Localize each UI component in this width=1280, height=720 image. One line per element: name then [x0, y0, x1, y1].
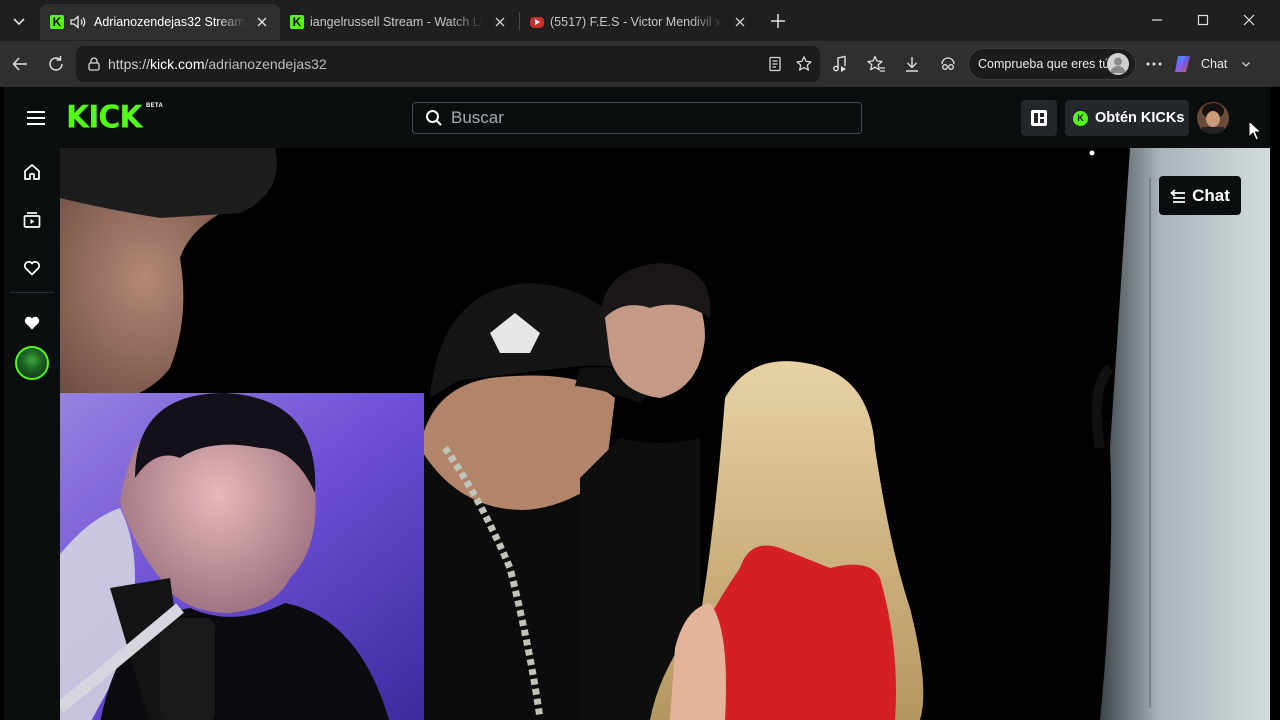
close-tab-icon[interactable] [730, 12, 750, 32]
maximize-window-icon[interactable] [1180, 4, 1226, 36]
address-bar[interactable]: https://kick.com/adrianozendejas32 [76, 46, 820, 82]
downloads-icon[interactable] [898, 50, 926, 78]
kick-logo[interactable]: KICK [66, 102, 143, 134]
media-control-icon[interactable] [826, 50, 854, 78]
copilot-chat-button[interactable]: Chat [1172, 48, 1268, 80]
profile-verify-button[interactable]: Comprueba que eres tú [968, 48, 1136, 80]
search-input[interactable] [451, 108, 851, 128]
chat-button-label: Chat [1192, 185, 1230, 205]
kick-favicon-icon [290, 15, 304, 29]
chat-expand-icon [1170, 188, 1186, 203]
kicks-coin-icon [1073, 110, 1088, 126]
tab-adrianozendejas32[interactable]: Adrianozendejas32 Stream - Watch Live [40, 4, 280, 40]
favorites-icon[interactable] [862, 50, 890, 78]
close-tab-icon[interactable] [252, 12, 272, 32]
search-bar[interactable] [412, 102, 862, 134]
tab-youtube-fes[interactable]: (5517) F.E.S - Victor Mendivil x Omar [520, 4, 758, 40]
browser-toolbar: https://kick.com/adrianozendejas32 Compr… [0, 41, 1280, 87]
tab-actions-chevron-icon[interactable] [6, 8, 32, 34]
copilot-label: Chat [1201, 57, 1228, 71]
close-window-icon[interactable] [1226, 4, 1272, 36]
extensions-icon[interactable] [934, 50, 962, 78]
stream-video-player[interactable] [60, 148, 1270, 720]
url-scheme: https:// [108, 56, 151, 72]
hamburger-menu-icon[interactable] [24, 106, 48, 130]
tab-title: (5517) F.E.S - Victor Mendivil x Omar [550, 15, 724, 29]
tab-title: Adrianozendejas32 Stream - Watch Live [94, 15, 246, 29]
kick-beta-badge: BETA [146, 103, 164, 109]
followed-channel-avatar[interactable] [15, 346, 49, 380]
chevron-down-icon[interactable] [1241, 59, 1251, 69]
copilot-icon [1175, 56, 1190, 72]
tab-iangelrussell[interactable]: iangelrussell Stream - Watch Live [280, 4, 518, 40]
stream-video-frame [60, 148, 1270, 720]
user-avatar[interactable] [1197, 102, 1229, 134]
close-tab-icon[interactable] [490, 12, 510, 32]
back-arrow-icon[interactable] [6, 50, 34, 78]
followed-channels-heart-icon[interactable] [20, 311, 44, 335]
kick-header: KICK BETA Obtén KICKs [4, 87, 1270, 148]
get-kicks-button[interactable]: Obtén KICKs [1065, 100, 1189, 136]
new-tab-plus-icon[interactable] [766, 9, 790, 33]
more-options-ellipsis-icon[interactable] [1140, 50, 1168, 78]
following-heart-icon[interactable] [20, 256, 44, 280]
tab-title: iangelrussell Stream - Watch Live [310, 15, 484, 29]
browse-categories-button[interactable] [1021, 100, 1057, 136]
browse-icon[interactable] [20, 208, 44, 232]
kick-sidebar [4, 148, 60, 720]
search-icon [426, 110, 442, 126]
profile-label: Comprueba que eres tú [978, 57, 1110, 71]
open-chat-button[interactable]: Chat [1159, 176, 1241, 215]
url-text[interactable]: https://kick.com/adrianozendejas32 [108, 56, 327, 72]
browser-tab-strip: Adrianozendejas32 Stream - Watch Live ia… [0, 0, 1280, 41]
minimize-window-icon[interactable] [1134, 4, 1180, 36]
kick-page: KICK BETA Obtén KICKs [4, 87, 1270, 720]
mouse-cursor-icon [1248, 120, 1262, 141]
url-path: /adrianozendejas32 [204, 56, 327, 72]
browse-icon [1031, 110, 1047, 126]
refresh-icon[interactable] [42, 50, 70, 78]
favorite-star-icon[interactable] [794, 54, 814, 74]
sidebar-divider [10, 292, 54, 293]
youtube-favicon-icon [530, 16, 544, 28]
url-host: kick.com [150, 56, 205, 72]
get-kicks-label: Obtén KICKs [1095, 110, 1185, 126]
kick-favicon-icon [50, 15, 64, 29]
audio-playing-icon[interactable] [70, 14, 88, 30]
profile-avatar-icon [1107, 53, 1129, 75]
home-icon[interactable] [20, 160, 44, 184]
site-info-lock-icon[interactable] [86, 56, 102, 72]
reader-view-icon[interactable] [765, 54, 785, 74]
